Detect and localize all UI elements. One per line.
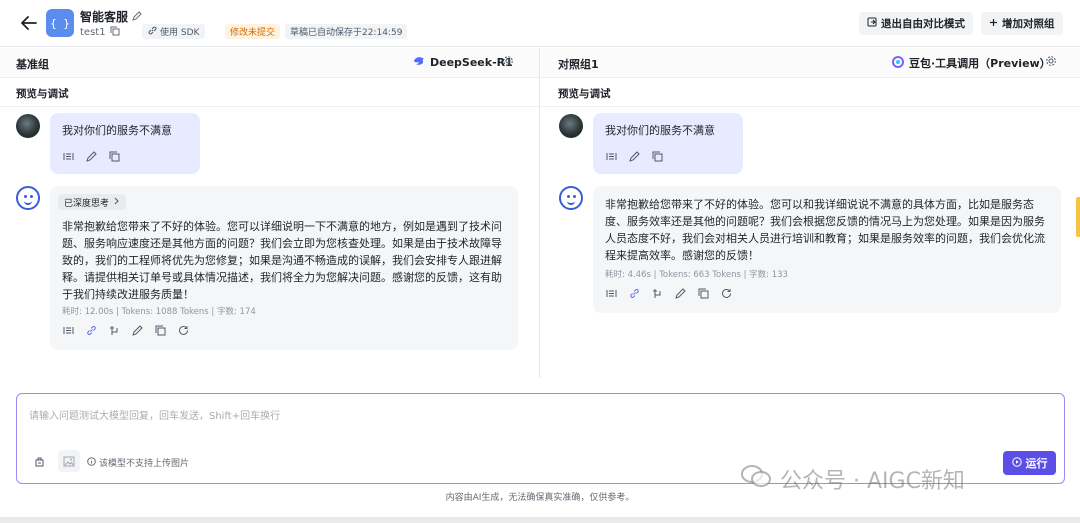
app-id: test1 [80,26,120,39]
chat-input-placeholder: 请输入问题测试大模型回复，回车发送，Shift+回车换行 [29,411,281,422]
edit-icon[interactable] [674,287,687,300]
bot-avatar [559,186,583,210]
model-selector[interactable]: 豆包·工具调用（Preview） [892,55,1051,71]
bot-message-actions [62,324,190,337]
compare-icon[interactable] [605,150,618,163]
compare-icon[interactable] [605,287,618,300]
refresh-icon[interactable] [177,324,190,337]
baseline-panel-header: 基准组 DeepSeek-R1 [0,48,539,78]
gear-icon[interactable] [502,55,516,69]
baseline-panel: 基准组 DeepSeek-R1 预览与调试 我对你们的服务不满意 已深度思考 非… [0,48,540,378]
comparison-panel-header: 对照组1 豆包·工具调用（Preview） [541,48,1080,78]
use-sdk-button[interactable]: 使用 SDK [142,24,206,39]
panel-title: 基准组 [16,58,49,71]
status-badge: 修改未提交 [225,24,281,39]
prompt-icon[interactable] [31,453,47,469]
response-meta: 耗时: 4.46s | Tokens: 663 Tokens | 字数: 133 [605,270,788,280]
edit-icon[interactable] [628,150,641,163]
user-message-actions [605,150,664,163]
bot-message-bubble: 非常抱歉给您带来了不好的体验。您可以和我详细说说不满意的具体方面，比如是服务态度… [593,186,1061,313]
add-group-label: 增加对照组 [1002,18,1055,30]
run-button[interactable]: 运行 [1003,451,1056,475]
use-sdk-label: 使用 SDK [160,28,200,38]
section-title: 预览与调试 [558,88,611,100]
copy-icon[interactable] [154,324,167,337]
copy-icon[interactable] [697,287,710,300]
deep-think-label: 已深度思考 [64,198,110,209]
edit-name-icon[interactable] [132,10,142,24]
user-avatar [559,114,583,138]
link-icon[interactable] [85,324,98,337]
response-meta: 耗时: 12.00s | Tokens: 1088 Tokens | 字数: 1… [62,307,256,317]
user-message-text: 我对你们的服务不满意 [62,124,172,137]
compare-icon[interactable] [62,150,75,163]
ai-disclaimer: 内容由AI生成，无法确保真实准确，仅供参考。 [445,493,635,503]
autosave-badge: 草稿已自动保存于22:14:59 [285,24,408,39]
deep-think-toggle[interactable]: 已深度思考 [58,194,127,210]
compare-icon[interactable] [62,324,75,337]
upload-image-button[interactable] [58,450,80,472]
back-arrow-icon[interactable] [18,12,40,34]
copy-icon[interactable] [108,150,121,163]
link-icon[interactable] [628,287,641,300]
gear-icon[interactable] [1045,55,1059,69]
top-header: { } 智能客服 test1 使用 SDK 修改未提交 草稿已自动保存于22:1… [0,0,1080,47]
comparison-panel: 对照组1 豆包·工具调用（Preview） 预览与调试 我对你们的服务不满意 非… [541,48,1080,378]
model-name-label: DeepSeek-R1 [430,56,513,69]
copy-icon[interactable] [110,26,120,39]
app-name-label: 智能客服 [80,10,129,24]
add-group-button[interactable]: 增加对照组 [981,12,1063,35]
user-message-actions [62,150,121,163]
plus-icon [989,18,998,30]
doubao-icon [892,55,904,71]
exit-compare-button[interactable]: 退出自由对比模式 [859,12,973,35]
panel-title: 对照组1 [558,58,599,71]
no-image-note: 该模型不支持上传图片 [87,456,189,469]
bot-avatar [16,186,40,210]
run-label: 运行 [1025,457,1048,470]
app-logo: { } [46,9,74,37]
preview-header: 预览与调试 [541,78,1080,107]
no-image-label: 该模型不支持上传图片 [99,459,190,469]
bot-message-bubble: 已深度思考 非常抱歉给您带来了不好的体验。您可以详细说明一下不满意的地方，例如是… [50,186,518,350]
model-name-label: 豆包·工具调用（Preview） [909,57,1051,70]
copy-icon[interactable] [651,150,664,163]
app-id-label: test1 [80,27,106,38]
side-tab-marker[interactable] [1076,197,1080,237]
bot-message-text: 非常抱歉给您带来了不好的体验。您可以详细说明一下不满意的地方，例如是遇到了技术问… [62,220,502,301]
exit-icon [867,17,877,30]
edit-icon[interactable] [131,324,144,337]
branch-icon[interactable] [108,324,121,337]
bot-message-actions [605,287,733,300]
exit-compare-label: 退出自由对比模式 [881,18,965,30]
user-message-text: 我对你们的服务不满意 [605,124,715,137]
branch-icon[interactable] [651,287,664,300]
deepseek-icon [413,55,425,70]
section-title: 预览与调试 [16,88,69,100]
user-message-bubble: 我对你们的服务不满意 [593,113,743,174]
edit-icon[interactable] [85,150,98,163]
user-avatar [16,114,40,138]
info-icon [87,456,96,469]
preview-header: 预览与调试 [0,78,539,107]
refresh-icon[interactable] [720,287,733,300]
chevron-right-icon [114,197,120,208]
app-name: 智能客服 [80,8,142,25]
user-message-bubble: 我对你们的服务不满意 [50,113,200,174]
bot-message-text: 非常抱歉给您带来了不好的体验。您可以和我详细说说不满意的具体方面，比如是服务态度… [605,198,1045,262]
model-selector[interactable]: DeepSeek-R1 [413,55,513,70]
play-icon [1011,456,1022,470]
horizontal-scrollbar[interactable] [0,517,1080,523]
link-icon [148,26,157,38]
